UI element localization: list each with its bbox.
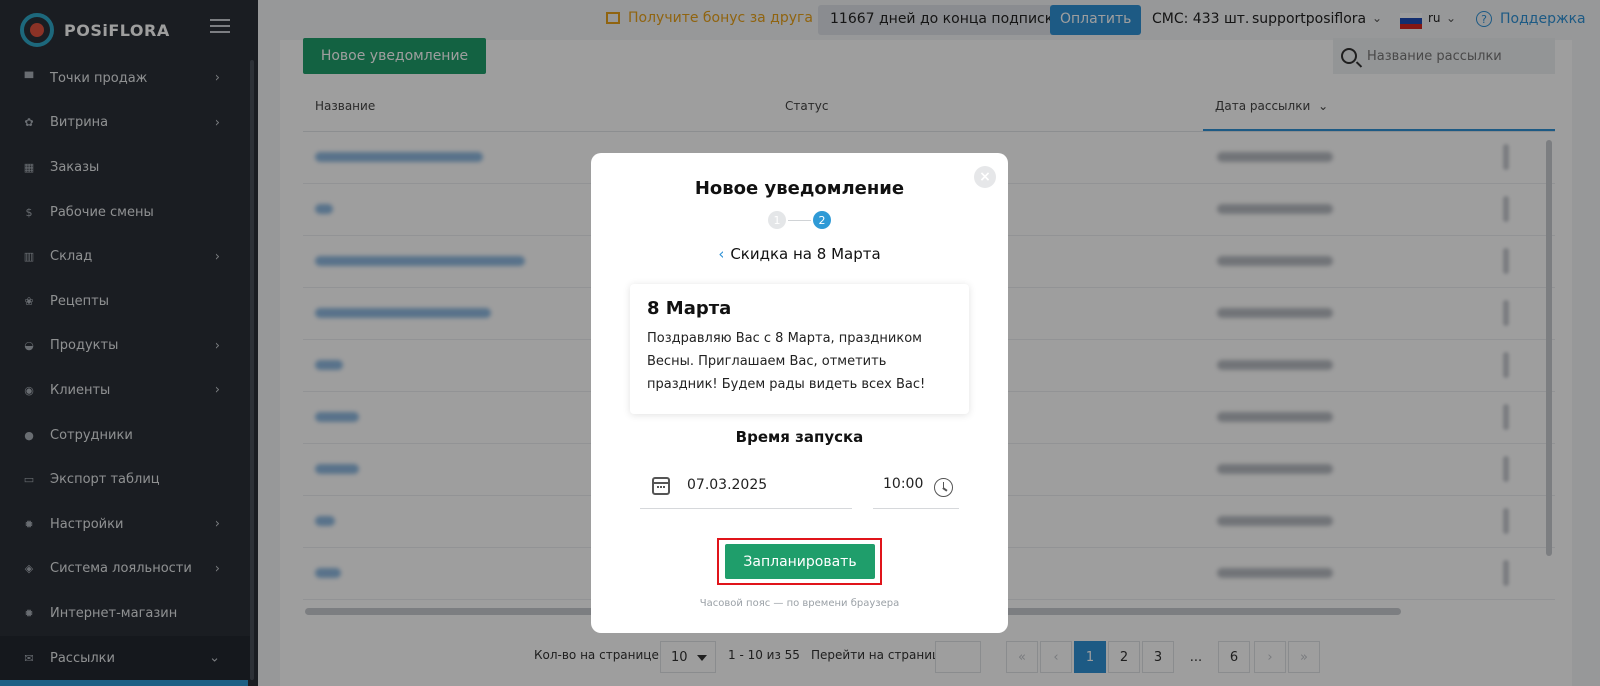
message-text: Поздравляю Вас с 8 Марта, праздником Вес… [647,331,926,392]
date-value: 07.03.2025 [687,477,768,493]
time-value: 10:00 [883,476,924,492]
step-2-indicator: 2 [813,211,831,229]
close-icon[interactable]: × [974,166,996,188]
template-name: Скидка на 8 Марта [730,245,881,263]
step-connector [788,220,811,221]
launch-time-label: Время запуска [735,428,864,446]
date-field[interactable]: 07.03.2025 [640,463,852,509]
message-preview-card: 8 Марта Поздравляю Вас с 8 Марта, праздн… [630,284,969,414]
message-title: 8 Марта [647,298,732,319]
chevron-left-icon[interactable]: ‹ [718,245,724,263]
schedule-button[interactable]: Запланировать [725,544,875,579]
calendar-icon[interactable] [652,477,670,495]
timezone-note: Часовой пояс — по времени браузера [699,598,900,609]
step-1-indicator: 1 [768,211,786,229]
new-notification-modal: Новое уведомление × 1 2 ‹ Скидка на 8 Мар… [591,153,1008,633]
clock-icon[interactable] [934,478,953,497]
template-selector[interactable]: ‹ Скидка на 8 Марта [591,245,1008,263]
modal-title: Новое уведомление [694,178,905,199]
time-field[interactable]: 10:00 [873,463,959,509]
